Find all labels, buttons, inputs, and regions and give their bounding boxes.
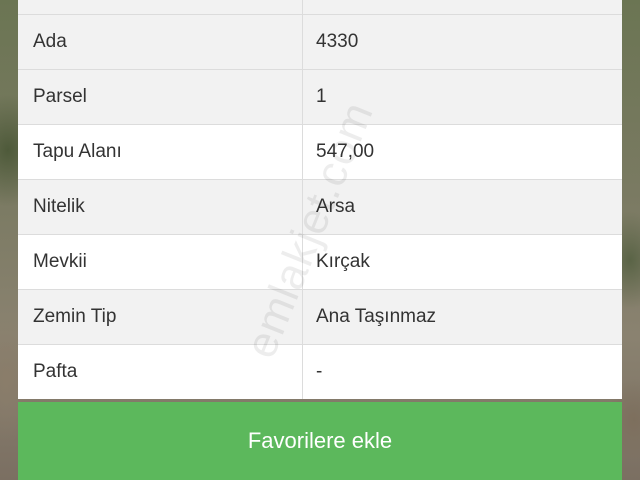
row-value bbox=[303, 0, 622, 14]
row-label bbox=[18, 0, 303, 14]
row-label: Pafta bbox=[18, 345, 303, 399]
table-row-zemin-tip: Zemin Tip Ana Taşınmaz bbox=[18, 289, 622, 344]
row-label: Zemin Tip bbox=[18, 290, 303, 344]
row-value: 1 bbox=[316, 86, 327, 107]
table-row-nitelik: Nitelik Arsa bbox=[18, 179, 622, 234]
table-row-ada: Ada 4330 bbox=[18, 14, 622, 69]
row-label: Tapu Alanı bbox=[18, 125, 303, 179]
row-value: Ana Taşınmaz bbox=[316, 306, 437, 327]
row-label: Nitelik bbox=[18, 180, 303, 234]
table-row-tapu-alani: Tapu Alanı 547,00 bbox=[18, 124, 622, 179]
table-row-parsel: Parsel 1 bbox=[18, 69, 622, 124]
add-to-favorites-button[interactable]: Favorilere ekle bbox=[18, 402, 622, 480]
row-value: - bbox=[316, 361, 323, 382]
property-details-table: Ada 4330 Parsel 1 Tapu Alanı 547,00 Nite… bbox=[18, 0, 622, 399]
row-label: Ada bbox=[18, 15, 303, 69]
table-row bbox=[18, 0, 622, 14]
row-value: Arsa bbox=[316, 196, 356, 217]
row-label: Mevkii bbox=[18, 235, 303, 289]
row-value: 4330 bbox=[316, 31, 359, 52]
row-value: 547,00 bbox=[316, 141, 375, 162]
row-label: Parsel bbox=[18, 70, 303, 124]
table-row-mevkii: Mevkii Kırçak bbox=[18, 234, 622, 289]
row-value: Kırçak bbox=[316, 251, 370, 272]
table-row-pafta: Pafta - bbox=[18, 344, 622, 399]
